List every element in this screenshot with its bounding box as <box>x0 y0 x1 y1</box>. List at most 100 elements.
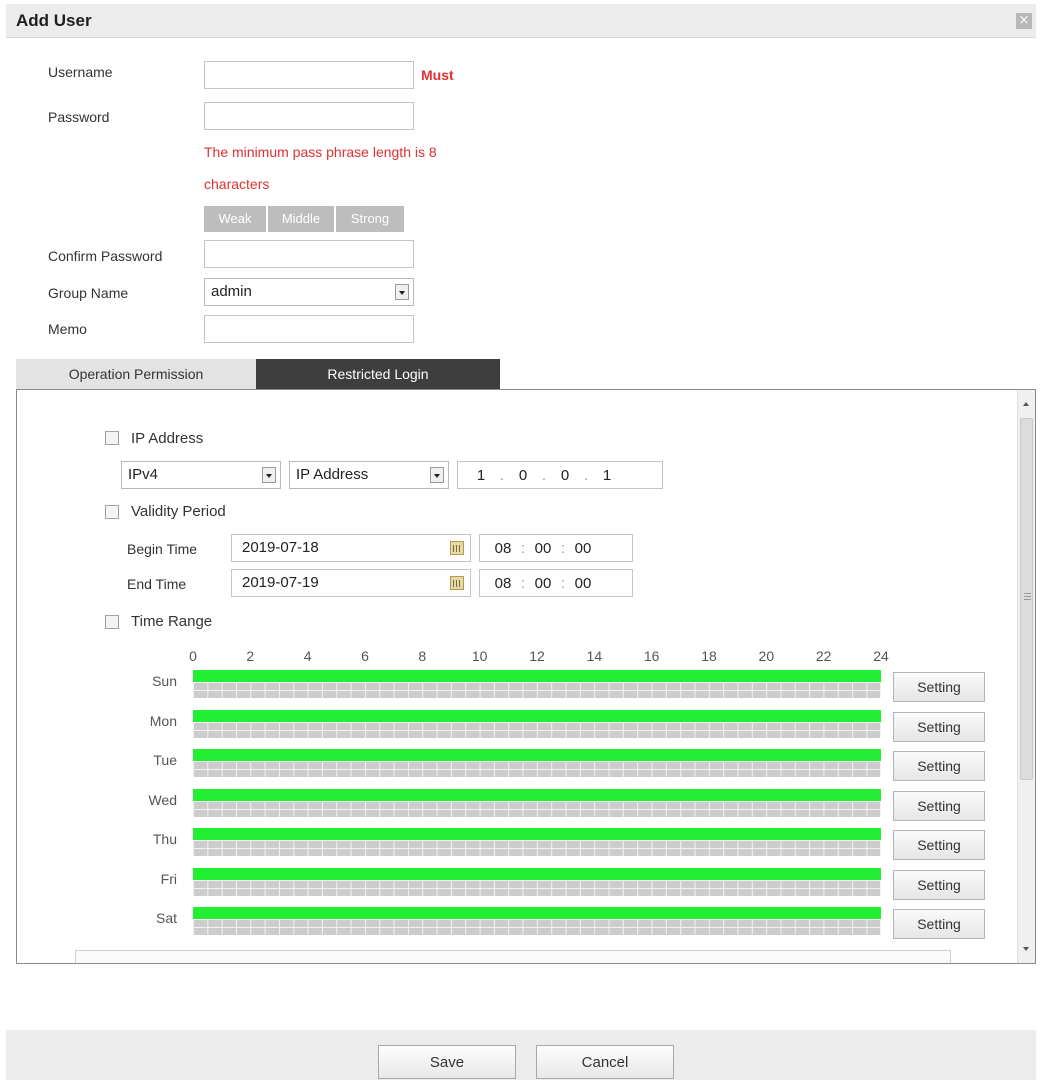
password-strength-meter: Weak Middle Strong <box>204 206 406 232</box>
day-label: Wed <box>148 791 177 808</box>
hour-tick-label: 16 <box>643 648 660 664</box>
schedule-hour-grid[interactable] <box>193 800 881 817</box>
schedule-hour-grid[interactable] <box>193 879 881 896</box>
day-label: Sun <box>152 673 177 689</box>
begin-minute[interactable]: 00 <box>528 540 558 557</box>
validity-period-checkbox[interactable] <box>105 505 119 519</box>
setting-button[interactable]: Setting <box>893 869 985 900</box>
calendar-icon[interactable] <box>450 576 464 590</box>
dialog-titlebar: Add User × <box>6 4 1036 38</box>
schedule-hour-grid[interactable] <box>193 919 881 935</box>
time-colon: : <box>560 574 566 592</box>
password-label: Password <box>48 109 110 125</box>
begin-date-value: 2019-07-18 <box>242 539 319 556</box>
time-range-checkbox[interactable] <box>105 615 119 629</box>
begin-hour[interactable]: 08 <box>488 540 518 557</box>
ip-dot: . <box>499 466 505 484</box>
ip-octet-1[interactable]: 1 <box>466 467 496 484</box>
ip-octet-4[interactable]: 1 <box>592 467 622 484</box>
username-input[interactable] <box>204 61 414 89</box>
password-input[interactable] <box>204 102 414 130</box>
schedule-bar[interactable] <box>193 867 881 896</box>
hour-tick-label: 20 <box>758 648 775 664</box>
schedule-hour-grid[interactable] <box>193 840 881 856</box>
hour-tick-label: 6 <box>361 648 369 664</box>
setting-button[interactable]: Setting <box>893 751 985 781</box>
ip-address-label: IP Address <box>131 430 204 447</box>
ip-address-input[interactable]: 1 . 0 . 0 . 1 <box>457 461 663 489</box>
schedule-hour-grid[interactable] <box>193 682 881 698</box>
schedule-bar[interactable] <box>193 709 881 738</box>
hour-tick-label: 8 <box>418 648 427 664</box>
scroll-up-icon[interactable] <box>1023 402 1029 406</box>
end-time-label: End Time <box>127 576 187 592</box>
tab-operation-permission[interactable]: Operation Permission <box>16 359 256 389</box>
hour-tick-label: 10 <box>471 648 488 664</box>
schedule-selected-range[interactable] <box>193 867 881 880</box>
end-second[interactable]: 00 <box>568 575 598 592</box>
dropdown-arrow-icon[interactable] <box>395 284 409 300</box>
username-label: Username <box>48 64 113 80</box>
ip-version-select[interactable]: IPv4 <box>121 461 281 489</box>
schedule-bar[interactable] <box>193 907 881 935</box>
end-time-input[interactable]: 08 : 00 : 00 <box>479 569 633 597</box>
ip-mode-select[interactable]: IP Address <box>289 461 449 489</box>
schedule-bar[interactable] <box>193 788 881 817</box>
end-date-input[interactable]: 2019-07-19 <box>231 569 471 597</box>
memo-label: Memo <box>48 321 87 337</box>
schedule-selected-range[interactable] <box>193 670 881 682</box>
schedule-hour-grid[interactable] <box>193 721 881 738</box>
time-colon: : <box>560 539 566 557</box>
dialog-footer: Save Cancel <box>6 1030 1036 1080</box>
setting-button[interactable]: Setting <box>893 790 985 821</box>
validity-period-label: Validity Period <box>131 503 226 520</box>
end-hour[interactable]: 08 <box>488 575 518 592</box>
dropdown-arrow-icon[interactable] <box>430 467 444 483</box>
group-name-selected: admin <box>211 283 252 300</box>
scrollbar-thumb[interactable] <box>1020 418 1033 780</box>
setting-button[interactable]: Setting <box>893 711 985 742</box>
schedule-selected-range[interactable] <box>193 709 881 722</box>
time-colon: : <box>520 539 526 557</box>
schedule-selected-range[interactable] <box>193 907 881 919</box>
schedule-selected-range[interactable] <box>193 828 881 840</box>
dialog-title: Add User <box>16 11 92 30</box>
group-name-label: Group Name <box>48 285 129 301</box>
schedule-hour-grid[interactable] <box>193 761 881 777</box>
end-minute[interactable]: 00 <box>528 575 558 592</box>
strength-middle: Middle <box>268 206 334 232</box>
hour-tick-label: 14 <box>586 648 603 664</box>
restricted-login-panel: IP Address IPv4 IP Address 1 . 0 . 0 . 1… <box>16 389 1036 964</box>
schedule-bar[interactable] <box>193 828 881 856</box>
begin-time-label: Begin Time <box>127 541 198 557</box>
vertical-scrollbar[interactable] <box>1017 390 1035 963</box>
scroll-down-icon[interactable] <box>1023 947 1029 951</box>
hour-tick-label: 4 <box>303 648 312 664</box>
password-hint-line1: The minimum pass phrase length is 8 <box>204 144 437 160</box>
setting-button[interactable]: Setting <box>893 830 985 860</box>
schedule-bar[interactable] <box>193 670 881 698</box>
ip-version-selected: IPv4 <box>128 466 159 483</box>
begin-second[interactable]: 00 <box>568 540 598 557</box>
ip-octet-2[interactable]: 0 <box>508 467 538 484</box>
horizontal-scrollbar[interactable] <box>75 950 951 963</box>
dropdown-arrow-icon[interactable] <box>262 467 276 483</box>
tab-restricted-login[interactable]: Restricted Login <box>256 359 500 389</box>
group-name-select[interactable]: admin <box>204 278 414 306</box>
schedule-bar[interactable] <box>193 749 881 777</box>
confirm-password-input[interactable] <box>204 240 414 268</box>
ip-octet-3[interactable]: 0 <box>550 467 580 484</box>
schedule-selected-range[interactable] <box>193 749 881 761</box>
calendar-icon[interactable] <box>450 541 464 555</box>
setting-button[interactable]: Setting <box>893 909 985 939</box>
schedule-selected-range[interactable] <box>193 788 881 801</box>
setting-button[interactable]: Setting <box>893 672 985 702</box>
memo-input[interactable] <box>204 315 414 343</box>
ip-address-checkbox[interactable] <box>105 431 119 445</box>
cancel-button[interactable]: Cancel <box>536 1045 674 1079</box>
begin-time-input[interactable]: 08 : 00 : 00 <box>479 534 633 562</box>
close-icon[interactable]: × <box>1016 13 1032 29</box>
save-button[interactable]: Save <box>378 1045 516 1079</box>
begin-date-input[interactable]: 2019-07-18 <box>231 534 471 562</box>
hour-tick-label: 12 <box>529 648 545 664</box>
